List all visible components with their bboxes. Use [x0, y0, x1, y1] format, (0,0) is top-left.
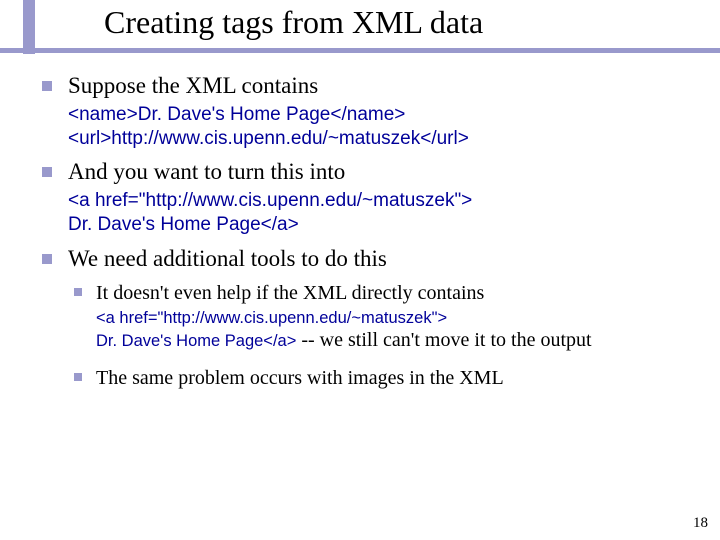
list-item: Suppose the XML contains <name>Dr. Dave'…	[38, 72, 700, 150]
sub-bullet-text: It doesn't even help if the XML directly…	[96, 281, 700, 306]
sub-bullet-list: It doesn't even help if the XML directly…	[68, 281, 700, 391]
bullet-text: Suppose the XML contains	[68, 72, 700, 101]
square-bullet-icon	[42, 81, 52, 91]
square-bullet-icon	[42, 167, 52, 177]
list-item: The same problem occurs with images in t…	[68, 366, 700, 391]
slide-content: Suppose the XML contains <name>Dr. Dave'…	[38, 72, 700, 397]
bullet-list: Suppose the XML contains <name>Dr. Dave'…	[38, 72, 700, 391]
list-item: It doesn't even help if the XML directly…	[68, 281, 700, 352]
square-bullet-icon	[74, 373, 82, 381]
code-block: <name>Dr. Dave's Home Page</name> <url>h…	[68, 103, 700, 151]
code-with-tail: <a href="http://www.cis.upenn.edu/~matus…	[96, 308, 700, 352]
accent-horizontal	[0, 48, 720, 53]
code-block: <a href="http://www.cis.upenn.edu/~matus…	[68, 189, 700, 237]
slide-title: Creating tags from XML data	[104, 4, 483, 41]
list-item: We need additional tools to do this It d…	[38, 245, 700, 391]
list-item: And you want to turn this into <a href="…	[38, 158, 700, 236]
sub-bullet-text: The same problem occurs with images in t…	[96, 366, 700, 391]
square-bullet-icon	[74, 288, 82, 296]
slide: Creating tags from XML data Suppose the …	[0, 0, 720, 540]
page-number: 18	[693, 515, 708, 532]
tail-text: -- we still can't move it to the output	[296, 329, 591, 351]
bullet-text: We need additional tools to do this	[68, 245, 700, 274]
square-bullet-icon	[42, 254, 52, 264]
bullet-text: And you want to turn this into	[68, 158, 700, 187]
accent-vertical	[23, 0, 35, 54]
